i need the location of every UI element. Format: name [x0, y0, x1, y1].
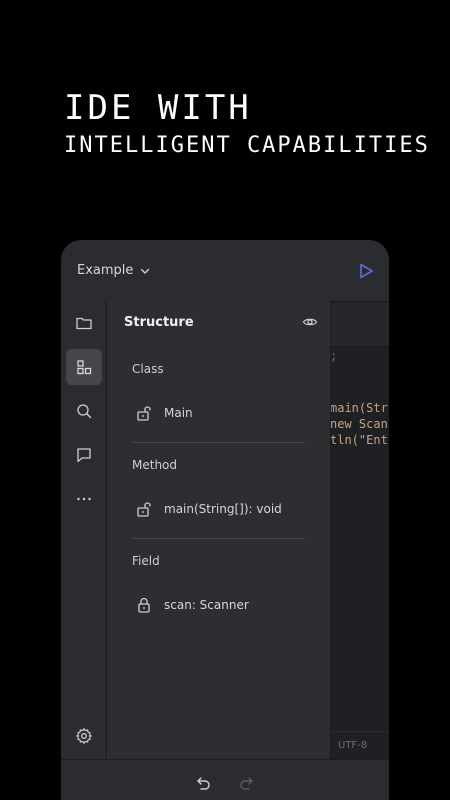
run-icon[interactable]: [357, 262, 375, 280]
structure-icon: [77, 360, 92, 375]
bottom-toolbar: [61, 759, 389, 800]
structure-item-label: main(String[]): void: [164, 502, 282, 516]
section-method-label: Method: [132, 458, 178, 472]
structure-item-label: Main: [164, 406, 193, 420]
hero-headline: IDE WITH INTELLIGENT CAPABILITIES: [64, 88, 430, 162]
structure-panel: Structure Class Main Method main(String[…: [107, 301, 331, 759]
comments-button[interactable]: [66, 437, 102, 473]
side-rail: [61, 301, 107, 759]
lock-icon: [138, 597, 150, 613]
project-name: Example: [77, 263, 134, 278]
comment-icon: [77, 448, 91, 463]
chevron-down-icon: [141, 268, 150, 274]
section-field-label: Field: [132, 554, 160, 568]
app-window: Example ; main(Str new Scan tln("Ent UTF…: [61, 240, 389, 800]
folder-icon: [76, 317, 92, 330]
gear-icon: [76, 728, 92, 744]
structure-button[interactable]: [66, 349, 102, 385]
search-icon: [77, 404, 92, 419]
headline-line-2: INTELLIGENT CAPABILITIES: [64, 133, 430, 158]
search-button[interactable]: [66, 393, 102, 429]
files-button[interactable]: [66, 305, 102, 341]
structure-item-scan[interactable]: scan: Scanner: [135, 596, 249, 614]
structure-title: Structure: [124, 314, 194, 330]
divider: [132, 442, 305, 443]
code-line-3: new Scan: [330, 417, 388, 431]
code-line-4: tln("Ent: [330, 433, 388, 447]
eye-icon[interactable]: [302, 314, 318, 330]
structure-item-main[interactable]: Main: [135, 404, 193, 422]
unlock-icon: [137, 502, 151, 517]
headline-line-1: IDE WITH: [64, 88, 252, 128]
more-button[interactable]: [66, 481, 102, 517]
more-icon: [77, 497, 91, 501]
encoding-status: UTF-8: [330, 731, 389, 759]
unlock-icon: [137, 406, 151, 421]
project-selector[interactable]: Example: [77, 263, 151, 278]
divider: [132, 538, 305, 539]
code-line-2: main(Str: [330, 401, 388, 415]
structure-item-main-method[interactable]: main(String[]): void: [135, 500, 282, 518]
editor-tab-bar: [330, 302, 389, 347]
code-editor[interactable]: ; main(Str new Scan tln("Ent UTF-8: [330, 301, 389, 759]
section-class-label: Class: [132, 362, 164, 376]
undo-icon[interactable]: [193, 773, 213, 793]
top-bar: Example: [61, 240, 389, 301]
code-line-1: ;: [330, 349, 338, 363]
structure-item-label: scan: Scanner: [164, 598, 249, 612]
structure-header: Structure: [124, 314, 318, 330]
redo-icon[interactable]: [237, 773, 257, 793]
settings-button[interactable]: [66, 718, 102, 754]
